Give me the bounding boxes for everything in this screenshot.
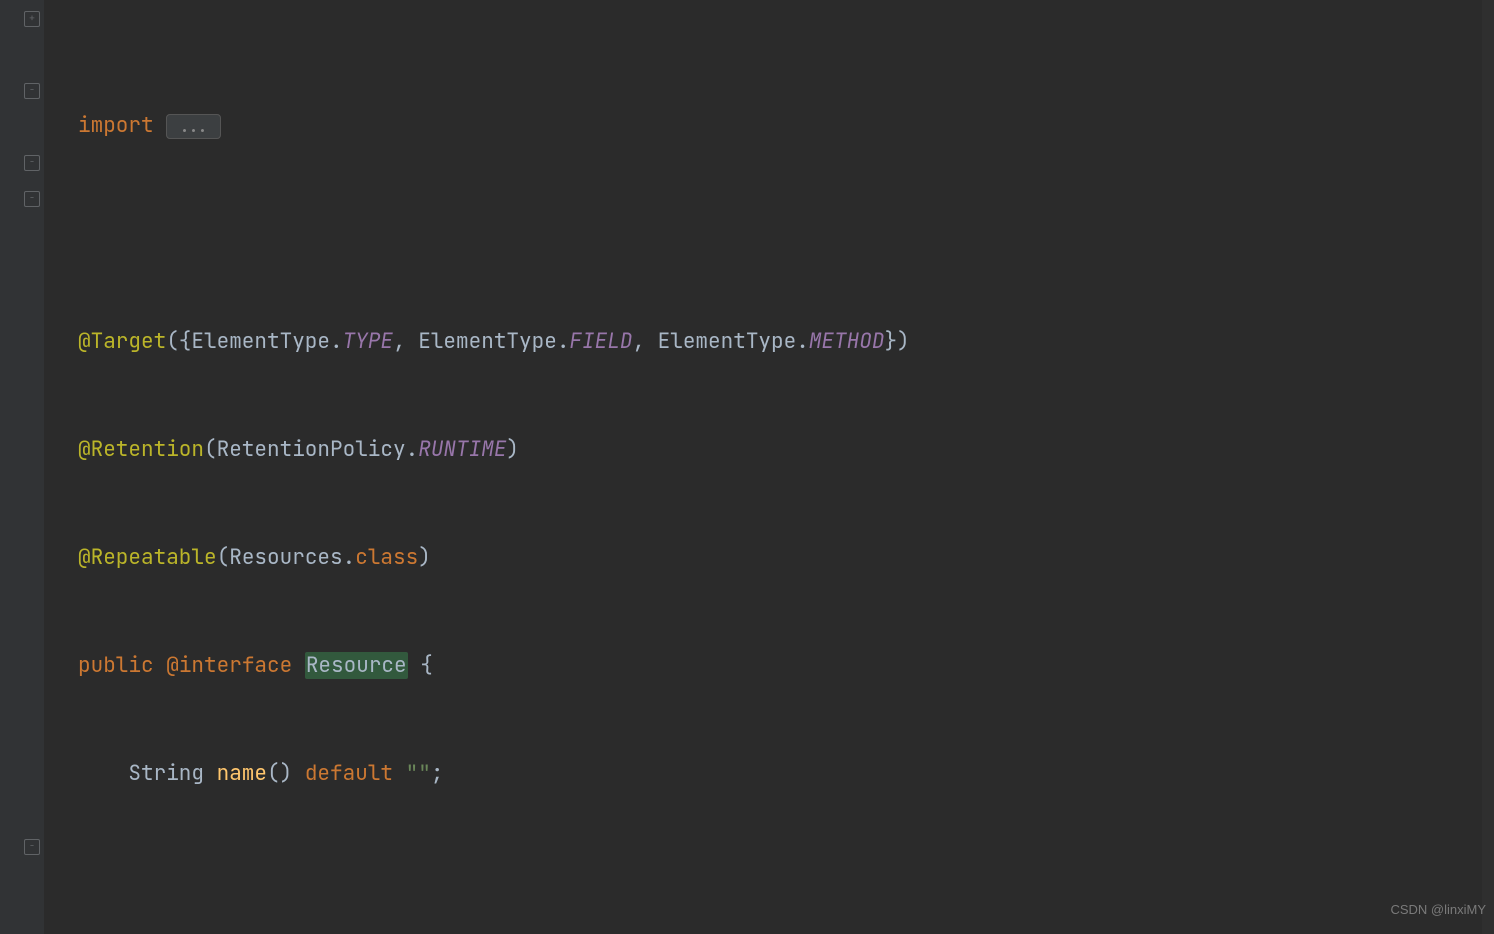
- fold-gutter[interactable]: + - - - -: [22, 0, 44, 934]
- annotation-target: @Target: [78, 328, 166, 355]
- code-line[interactable]: @Repeatable(Resources.class): [78, 540, 1494, 576]
- keyword-import: import: [78, 112, 154, 139]
- code-line[interactable]: [78, 216, 1494, 252]
- fold-toggle-icon[interactable]: +: [24, 11, 40, 27]
- code-line[interactable]: [78, 864, 1494, 900]
- code-editor[interactable]: + - - - - import ... @Target({ElementTyp…: [0, 0, 1494, 934]
- search-highlight: Resource: [305, 652, 408, 679]
- code-line[interactable]: String name() default "";: [78, 756, 1494, 792]
- fold-toggle-icon[interactable]: -: [24, 839, 40, 855]
- code-line[interactable]: @Retention(RetentionPolicy.RUNTIME): [78, 432, 1494, 468]
- watermark-text: CSDN @linxiMY: [1390, 892, 1486, 928]
- fold-toggle-icon[interactable]: -: [24, 191, 40, 207]
- fold-toggle-icon[interactable]: -: [24, 83, 40, 99]
- fold-toggle-icon[interactable]: -: [24, 155, 40, 171]
- code-area[interactable]: import ... @Target({ElementType.TYPE, El…: [44, 0, 1494, 934]
- method-name: name: [217, 760, 267, 787]
- annotation-repeatable: @Repeatable: [78, 544, 217, 571]
- code-line[interactable]: import ...: [78, 108, 1494, 144]
- code-line[interactable]: @Target({ElementType.TYPE, ElementType.F…: [78, 324, 1494, 360]
- folded-block-icon[interactable]: ...: [166, 114, 220, 139]
- vertical-scrollbar[interactable]: [1482, 0, 1494, 934]
- annotation-retention: @Retention: [78, 436, 204, 463]
- code-line-current[interactable]: public @interface Resource {: [78, 648, 1494, 684]
- line-number-gutter: [0, 0, 22, 934]
